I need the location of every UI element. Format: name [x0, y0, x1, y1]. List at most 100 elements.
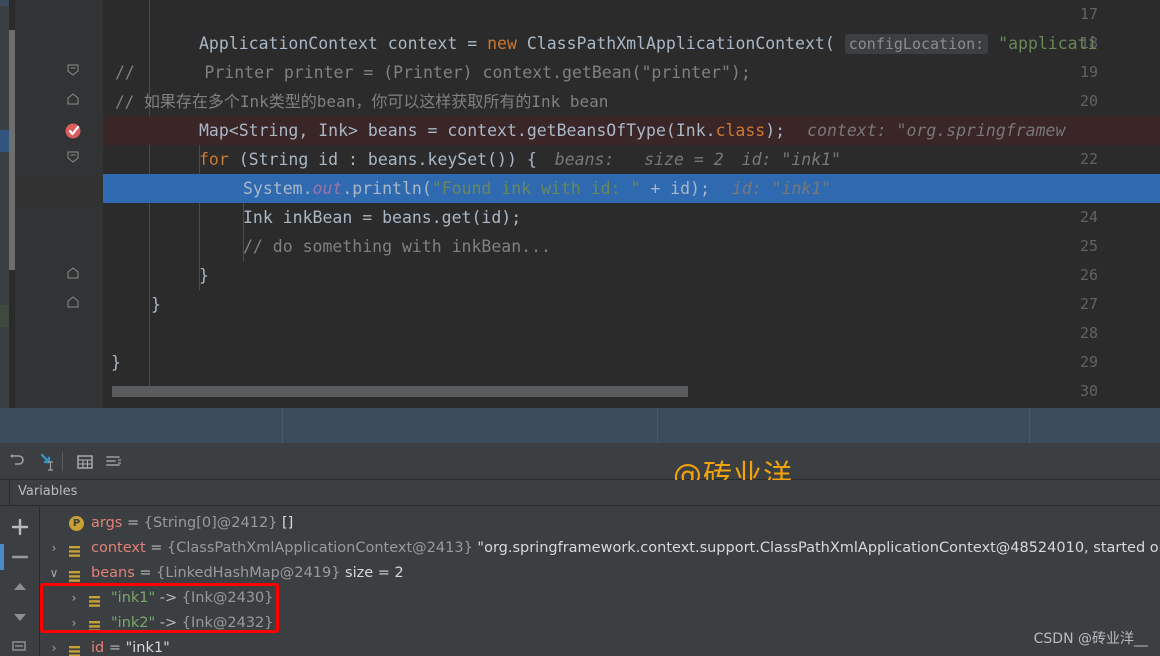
inline-hint-id-23: id: "ink1" [731, 179, 832, 198]
variable-name-id: id [91, 640, 105, 656]
code-line-21: Map<String, Ink> beans = context.getBean… [103, 116, 1160, 145]
code-system-prefix: System. [243, 179, 313, 198]
code-line-22: for (String id : beans.keySet()) {beans:… [103, 145, 1160, 174]
code-close-brace-27: } [151, 295, 161, 314]
variable-value-id: "ink1" [125, 640, 170, 656]
variable-row-context[interactable]: › context = {ClassPathXmlApplicationCont… [41, 536, 1160, 561]
variable-eq-id: = [104, 640, 126, 656]
variables-tab-header[interactable]: Variables [0, 480, 1160, 506]
strip-cell-3[interactable] [658, 408, 1030, 443]
strip-cell-4[interactable] [1030, 408, 1160, 443]
variable-arrow-ink1: -> [155, 590, 182, 606]
variable-type-beans: {LinkedHashMap@2419} [156, 565, 341, 581]
variables-panel[interactable]: P args = {String[0]@2412} [] › context =… [0, 506, 1160, 656]
variable-row-args[interactable]: P args = {String[0]@2412} [] [41, 511, 1160, 536]
editor-gutter[interactable] [15, 0, 103, 408]
code-close-brace-29: } [111, 353, 121, 372]
variable-type-ink1: {Ink@2430} [181, 590, 274, 606]
move-down-button[interactable] [9, 606, 31, 628]
variable-value-args: [] [282, 515, 294, 531]
variable-value-context: "org.springframework.context.support.Cla… [477, 540, 1160, 556]
variable-size-beans: size = 2 [345, 565, 404, 581]
variable-eq-args: = [122, 515, 144, 531]
breakpoint-icon-line-21[interactable] [64, 120, 84, 140]
current-line-gutter-highlight [15, 174, 103, 203]
restore-layout-icon[interactable] [6, 451, 28, 473]
marker-current-line [0, 130, 9, 152]
code-line-29: } [103, 348, 1160, 377]
code-keyword-for: for [199, 150, 229, 169]
code-map-declaration: Map<String, Ink> beans = context.getBean… [199, 121, 716, 140]
variable-type-context: {ClassPathXmlApplicationContext@2413} [167, 540, 473, 556]
variable-type-args: {String[0]@2412} [143, 515, 278, 531]
sort-list-icon[interactable] [102, 451, 124, 473]
variable-name-beans: beans [91, 565, 135, 581]
object-node-icon [68, 642, 81, 656]
object-node-icon [68, 567, 81, 582]
code-comment-chinese: // 如果存在多个Ink类型的bean，你可以这样获取所有的Ink bean [115, 92, 609, 111]
object-node-icon [68, 542, 81, 557]
collapse-all-button[interactable] [9, 636, 31, 656]
code-inkbean-get: Ink inkBean = beans.get(id); [243, 208, 522, 227]
code-for-body: (String id : beans.keySet()) { [228, 150, 537, 169]
fold-marker-collapse-22[interactable] [66, 145, 80, 174]
variables-tree[interactable]: P args = {String[0]@2412} [] › context =… [41, 506, 1160, 656]
variable-name-args: args [91, 515, 123, 531]
jump-to-cursor-icon[interactable] [36, 451, 58, 473]
code-string-found-ink: "Found ink with id: " [431, 179, 641, 198]
rail-selection-marker [0, 544, 4, 570]
code-keyword-class: class [715, 121, 766, 140]
expand-chevron-context[interactable]: › [47, 536, 61, 561]
variables-toolbar-rail[interactable] [0, 506, 40, 656]
variable-row-id[interactable]: › id = "ink1" [41, 636, 1160, 656]
object-node-icon [88, 592, 101, 607]
variable-row-ink2[interactable]: › "ink2" -> {Ink@2432} [41, 611, 1160, 636]
inline-hint-id-22: id: "ink1" [741, 150, 841, 169]
code-println-call: .println( [342, 179, 432, 198]
editor-marker-strip [0, 0, 9, 408]
strip-cell-1[interactable] [0, 408, 283, 443]
strip-cell-2[interactable] [283, 408, 658, 443]
tool-window-strip[interactable] [0, 408, 1160, 443]
code-type-applicationcontext: ApplicationContext [199, 34, 378, 53]
code-string-appcontext-xml: "applicati [998, 34, 1098, 53]
code-concat-id: + id); [640, 179, 710, 198]
remove-watch-button[interactable] [9, 546, 31, 568]
code-line-27: } [103, 290, 1160, 319]
fold-marker-expand-20[interactable] [66, 87, 80, 116]
code-line-26: } [103, 261, 1160, 290]
code-field-out: out [312, 179, 343, 198]
variable-type-ink2: {Ink@2432} [181, 615, 274, 631]
code-line-19: // Printer printer = (Printer) context.g… [103, 58, 1160, 87]
fold-marker-expand-26[interactable] [66, 261, 80, 290]
code-line-24: Ink inkBean = beans.get(id); [103, 203, 1160, 232]
fold-marker-expand-27[interactable] [66, 290, 80, 319]
ide-debug-screenshot: 17 18 19 20 21 22 23 24 25 26 27 28 29 3… [0, 0, 1160, 656]
add-watch-button[interactable] [9, 516, 31, 538]
debugger-toolbar[interactable] [0, 443, 1160, 480]
collapse-chevron-beans[interactable]: ∨ [47, 561, 61, 586]
tab-variables[interactable]: Variables [18, 484, 77, 499]
variable-key-ink2: "ink2" [111, 615, 156, 631]
horizontal-scrollbar-thumb[interactable] [112, 386, 688, 397]
code-text-area[interactable]: ApplicationContext context = new ClassPa… [103, 0, 1160, 408]
variable-row-ink1[interactable]: › "ink1" -> {Ink@2430} [41, 586, 1160, 611]
param-hint-configlocation: configLocation: [844, 34, 989, 54]
code-line-20: // 如果存在多个Ink类型的bean，你可以这样获取所有的Ink bean [103, 87, 1160, 116]
code-keyword-new: new [487, 34, 517, 53]
code-var-context: context = [377, 34, 488, 53]
code-editor[interactable]: 17 18 19 20 21 22 23 24 25 26 27 28 29 3… [0, 0, 1160, 408]
fold-marker-collapse-19[interactable] [66, 58, 80, 87]
expand-chevron-id[interactable]: › [47, 636, 61, 656]
move-up-button[interactable] [9, 576, 31, 598]
table-view-icon[interactable] [74, 451, 96, 473]
expand-chevron-ink1[interactable]: › [67, 586, 81, 611]
expand-chevron-ink2[interactable]: › [67, 611, 81, 636]
variable-row-beans[interactable]: ∨ beans = {LinkedHashMap@2419} size = 2 [41, 561, 1160, 586]
object-node-icon [88, 617, 101, 632]
code-comment-printer: // Printer printer = (Printer) context.g… [115, 63, 751, 82]
code-line-23: System.out.println("Found ink with id: "… [103, 174, 1160, 203]
code-close-brace-26: } [199, 266, 209, 285]
